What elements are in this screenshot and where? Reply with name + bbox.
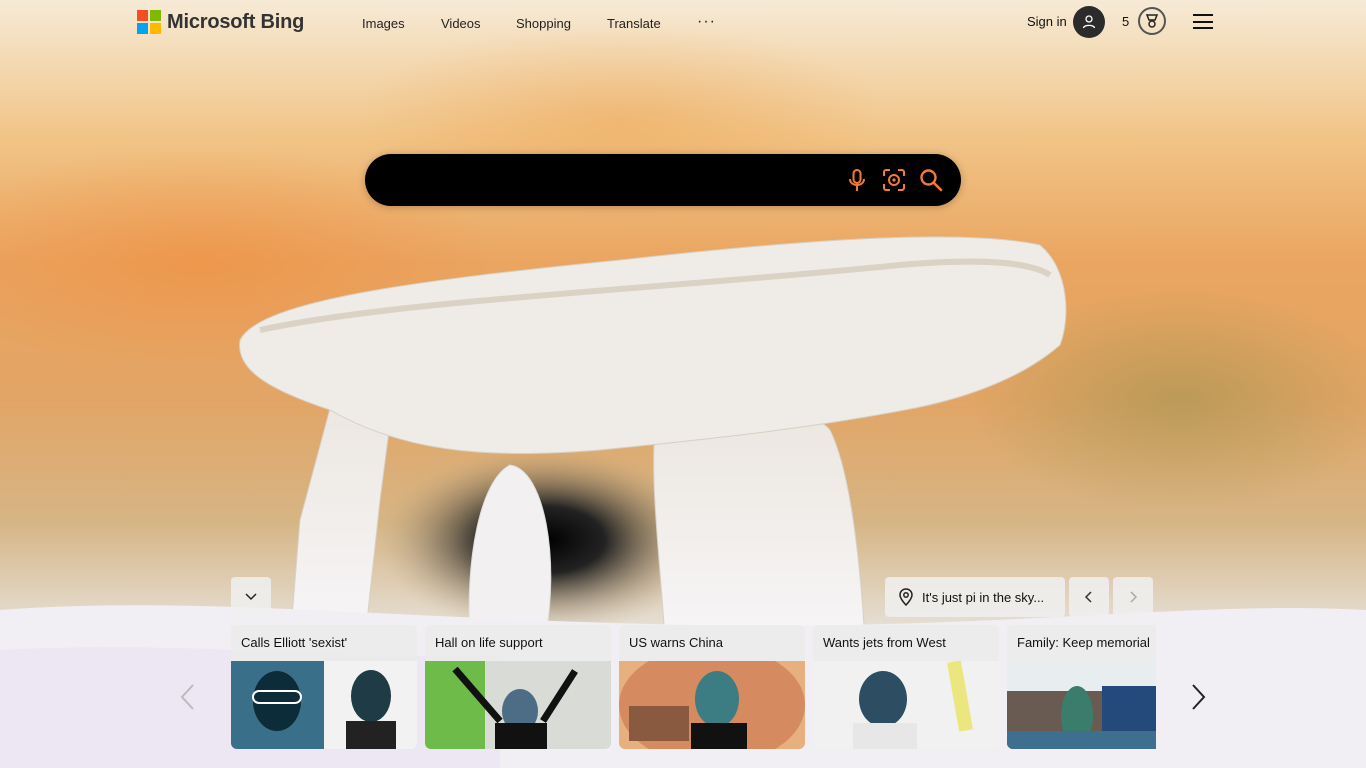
chevron-left-icon (180, 684, 194, 710)
news-thumbnail (619, 661, 805, 749)
sign-in-link[interactable]: Sign in (1027, 14, 1067, 29)
news-prev-button[interactable] (175, 681, 199, 713)
microsoft-logo-icon (137, 10, 161, 34)
news-next-button[interactable] (1187, 681, 1211, 713)
microphone-icon[interactable] (844, 167, 870, 193)
search-icon[interactable] (918, 167, 944, 193)
nav-translate[interactable]: Translate (607, 16, 661, 31)
bing-logo[interactable]: Microsoft Bing (137, 10, 304, 34)
user-icon[interactable] (1073, 6, 1105, 38)
news-card-title: US warns China (629, 635, 723, 650)
previous-image-button[interactable] (1069, 577, 1109, 617)
news-card-title: Hall on life support (435, 635, 543, 650)
chevron-right-icon (1192, 684, 1206, 710)
visual-search-icon[interactable] (881, 167, 907, 193)
news-thumbnail (1007, 661, 1156, 749)
news-thumbnail (425, 661, 611, 749)
news-card[interactable]: US warns China (619, 625, 805, 749)
collapse-news-button[interactable] (231, 577, 271, 617)
image-info-button[interactable]: It's just pi in the sky... (885, 577, 1065, 617)
news-card[interactable]: Family: Keep memorial (1007, 625, 1156, 749)
news-thumbnail (813, 661, 999, 749)
logo-text: Microsoft Bing (167, 10, 305, 33)
search-box (365, 154, 961, 206)
location-pin-icon (899, 588, 913, 606)
chevron-right-icon (1130, 591, 1138, 603)
news-card-title: Calls Elliott 'sexist' (241, 635, 348, 650)
hamburger-menu-icon[interactable] (1193, 14, 1213, 29)
news-card[interactable]: Wants jets from West (813, 625, 999, 749)
search-input[interactable] (389, 166, 833, 196)
top-header: Microsoft Bing Images Videos Shopping Tr… (0, 0, 1366, 46)
nav-more-button[interactable]: ··· (697, 13, 716, 31)
nav-images[interactable]: Images (362, 16, 405, 31)
news-card-title: Wants jets from West (823, 635, 946, 650)
rewards-icon[interactable] (1138, 7, 1166, 35)
news-card[interactable]: Hall on life support (425, 625, 611, 749)
nav-shopping[interactable]: Shopping (516, 16, 571, 31)
news-carousel: Calls Elliott 'sexist' Hall on life supp… (231, 625, 1156, 749)
news-thumbnail (231, 661, 417, 749)
news-card-title: Family: Keep memorial (1017, 635, 1150, 650)
chevron-left-icon (1084, 591, 1092, 603)
next-image-button[interactable] (1113, 577, 1153, 617)
nav-videos[interactable]: Videos (441, 16, 481, 31)
image-caption: It's just pi in the sky... (922, 589, 1045, 605)
rewards-points[interactable]: 5 (1122, 14, 1129, 29)
news-card[interactable]: Calls Elliott 'sexist' (231, 625, 417, 749)
chevron-down-icon (245, 593, 257, 601)
